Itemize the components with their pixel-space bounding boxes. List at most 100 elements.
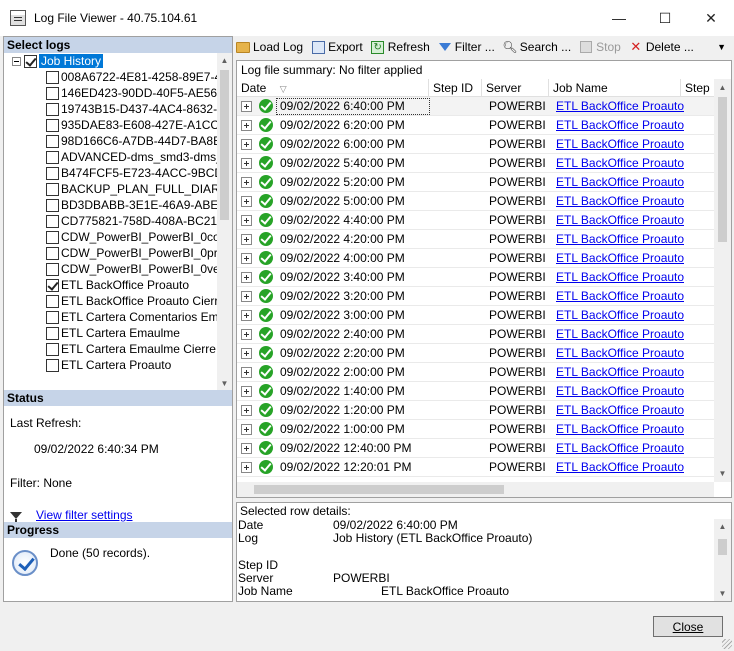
- log-checkbox[interactable]: [46, 326, 59, 340]
- job-name-link[interactable]: ETL BackOffice Proauto: [556, 251, 684, 265]
- tree-item-log[interactable]: CD775821-758D-408A-BC21-8B8: [4, 213, 217, 229]
- tree-item-log[interactable]: ETL Cartera Emaulme Cierre: [4, 341, 217, 357]
- expand-row-icon[interactable]: [241, 195, 252, 207]
- tree-item-log[interactable]: 935DAE83-E608-427E-A1CC-D4: [4, 117, 217, 133]
- table-row[interactable]: 09/02/2022 12:40:00 PM POWERBI ETL BackOff…: [237, 439, 714, 458]
- tree-root-label[interactable]: Job History: [39, 54, 104, 68]
- tree-item-log[interactable]: ETL Cartera Emaulme: [4, 325, 217, 341]
- tree-item-log[interactable]: ETL BackOffice Proauto Cierre: [4, 293, 217, 309]
- job-name-link[interactable]: ETL BackOffice Proauto: [556, 346, 684, 360]
- grid-hscroll-thumb[interactable]: [254, 485, 504, 494]
- expand-row-icon[interactable]: [241, 442, 252, 454]
- table-row[interactable]: 09/02/2022 6:00:00 PM POWERBI ETL BackOffi…: [237, 135, 714, 154]
- job-name-link[interactable]: ETL BackOffice Proauto: [556, 327, 684, 341]
- table-row[interactable]: 09/02/2022 4:00:00 PM POWERBI ETL BackOffi…: [237, 249, 714, 268]
- tree-item-log[interactable]: 98D166C6-A7DB-44D7-BA8E-28: [4, 133, 217, 149]
- log-checkbox[interactable]: [46, 134, 59, 148]
- expand-row-icon[interactable]: [241, 233, 252, 245]
- grid-scroll-down-arrow-icon[interactable]: ▼: [714, 465, 731, 482]
- expand-row-icon[interactable]: [241, 423, 252, 435]
- tree-root-job-history[interactable]: Job History: [4, 53, 217, 69]
- table-row[interactable]: 09/02/2022 2:20:00 PM POWERBI ETL BackOffi…: [237, 344, 714, 363]
- close-window-button[interactable]: ✕: [688, 0, 734, 36]
- log-checkbox[interactable]: [46, 166, 59, 180]
- tree-item-log[interactable]: ETL Cartera Proauto: [4, 357, 217, 373]
- table-row[interactable]: 09/02/2022 6:20:00 PM POWERBI ETL BackOffi…: [237, 116, 714, 135]
- log-checkbox[interactable]: [46, 246, 59, 260]
- expand-row-icon[interactable]: [241, 309, 252, 321]
- expand-row-icon[interactable]: [241, 157, 252, 169]
- table-row[interactable]: 09/02/2022 1:40:00 PM POWERBI ETL BackOffi…: [237, 382, 714, 401]
- table-row[interactable]: 09/02/2022 3:40:00 PM POWERBI ETL BackOffi…: [237, 268, 714, 287]
- expand-row-icon[interactable]: [241, 290, 252, 302]
- job-name-link[interactable]: ETL BackOffice Proauto: [556, 213, 684, 227]
- minimize-button[interactable]: —: [596, 0, 642, 36]
- job-name-link[interactable]: ETL BackOffice Proauto: [556, 365, 684, 379]
- job-name-link[interactable]: ETL BackOffice Proauto: [556, 175, 684, 189]
- log-checkbox[interactable]: [46, 310, 59, 324]
- expand-row-icon[interactable]: [241, 347, 252, 359]
- expand-row-icon[interactable]: [241, 366, 252, 378]
- table-row[interactable]: 09/02/2022 3:00:00 PM POWERBI ETL BackOffi…: [237, 306, 714, 325]
- log-checkbox[interactable]: [46, 342, 59, 356]
- tree-item-log[interactable]: 146ED423-90DD-40F5-AE56-7F: [4, 85, 217, 101]
- expand-row-icon[interactable]: [241, 404, 252, 416]
- table-row[interactable]: 09/02/2022 1:20:00 PM POWERBI ETL BackOffi…: [237, 401, 714, 420]
- table-row[interactable]: 09/02/2022 12:20:01 PM POWERBI ETL BackOff…: [237, 458, 714, 477]
- expand-row-icon[interactable]: [241, 328, 252, 340]
- job-name-link[interactable]: ETL BackOffice Proauto: [556, 137, 684, 151]
- expand-row-icon[interactable]: [241, 271, 252, 283]
- tree-item-log[interactable]: BD3DBABB-3E1E-46A9-ABE4-3C: [4, 197, 217, 213]
- tree-vscroll-thumb[interactable]: [220, 70, 229, 220]
- log-checkbox[interactable]: [46, 70, 59, 84]
- column-header-date[interactable]: Date ▽: [237, 79, 429, 96]
- tree-item-log[interactable]: ETL BackOffice Proauto: [4, 277, 217, 293]
- log-checkbox[interactable]: [46, 230, 59, 244]
- tree-vertical-scrollbar[interactable]: ▲ ▼: [217, 53, 232, 391]
- tree-item-log[interactable]: B474FCF5-E723-4ACC-9BCD-92: [4, 165, 217, 181]
- expand-row-icon[interactable]: [241, 385, 252, 397]
- column-header-step-id[interactable]: Step ID: [429, 79, 482, 96]
- expand-row-icon[interactable]: [241, 100, 252, 112]
- delete-button[interactable]: ✕ Delete ...: [629, 39, 693, 54]
- job-name-link[interactable]: ETL BackOffice Proauto: [556, 270, 684, 284]
- table-row[interactable]: 09/02/2022 2:00:00 PM POWERBI ETL BackOffi…: [237, 363, 714, 382]
- table-row[interactable]: 09/02/2022 5:40:00 PM POWERBI ETL BackOffi…: [237, 154, 714, 173]
- resize-grip-icon[interactable]: [722, 639, 732, 649]
- log-checkbox[interactable]: [46, 214, 59, 228]
- log-checkbox[interactable]: [46, 358, 59, 372]
- job-name-link[interactable]: ETL BackOffice Proauto: [556, 422, 684, 436]
- expand-row-icon[interactable]: [241, 252, 252, 264]
- log-checkbox[interactable]: [46, 278, 59, 292]
- table-row[interactable]: 09/02/2022 1:00:00 PM POWERBI ETL BackOffi…: [237, 420, 714, 439]
- tree-item-log[interactable]: 008A6722-4E81-4258-89E7-4D3: [4, 69, 217, 85]
- job-name-link[interactable]: ETL BackOffice Proauto: [556, 289, 684, 303]
- table-row[interactable]: 09/02/2022 2:40:00 PM POWERBI ETL BackOffi…: [237, 325, 714, 344]
- details-scroll-up-arrow-icon[interactable]: ▲: [714, 519, 731, 534]
- log-checkbox[interactable]: [46, 150, 59, 164]
- tree-item-log[interactable]: ETL Cartera Comentarios Emaulm: [4, 309, 217, 325]
- tree-item-log[interactable]: CDW_PowerBI_PowerBI_0prueb: [4, 245, 217, 261]
- table-row[interactable]: 09/02/2022 5:00:00 PM POWERBI ETL BackOffi…: [237, 192, 714, 211]
- search-button[interactable]: 🔍︎ Search ...: [502, 40, 571, 54]
- table-row[interactable]: 09/02/2022 3:20:00 PM POWERBI ETL BackOffi…: [237, 287, 714, 306]
- scroll-down-arrow-icon[interactable]: ▼: [217, 376, 232, 391]
- job-name-link[interactable]: ETL BackOffice Proauto: [556, 308, 684, 322]
- log-checkbox[interactable]: [46, 118, 59, 132]
- details-vertical-scrollbar[interactable]: ▲ ▼: [714, 519, 731, 601]
- expand-row-icon[interactable]: [241, 214, 252, 226]
- tree-item-log[interactable]: 19743B15-D437-4AC4-8632-890: [4, 101, 217, 117]
- job-name-link[interactable]: ETL BackOffice Proauto: [556, 99, 684, 113]
- job-history-checkbox[interactable]: [24, 54, 37, 68]
- scroll-up-arrow-icon[interactable]: ▲: [217, 53, 232, 68]
- expand-row-icon[interactable]: [241, 119, 252, 131]
- job-name-link[interactable]: ETL BackOffice Proauto: [556, 118, 684, 132]
- job-name-link[interactable]: ETL BackOffice Proauto: [556, 460, 684, 474]
- log-checkbox[interactable]: [46, 294, 59, 308]
- column-header-job-name[interactable]: Job Name: [549, 79, 681, 96]
- grid-scroll-up-arrow-icon[interactable]: ▲: [714, 79, 731, 96]
- log-checkbox[interactable]: [46, 102, 59, 116]
- job-name-link[interactable]: ETL BackOffice Proauto: [556, 194, 684, 208]
- expand-row-icon[interactable]: [241, 461, 252, 473]
- job-name-link[interactable]: ETL BackOffice Proauto: [556, 384, 684, 398]
